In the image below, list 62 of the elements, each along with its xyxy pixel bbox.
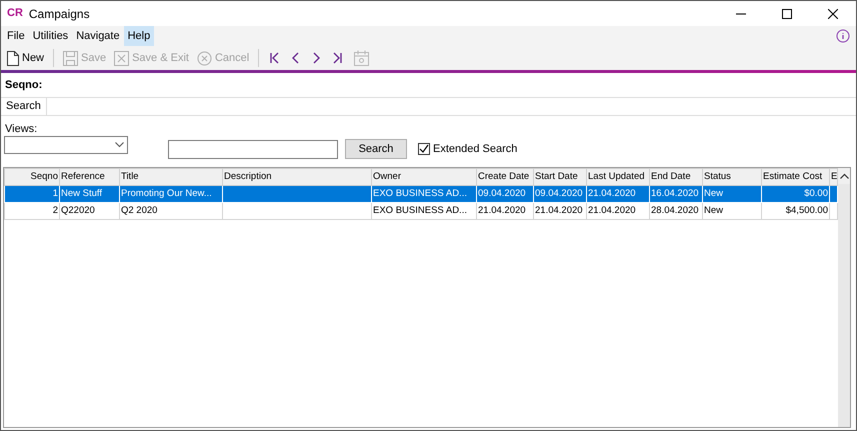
column-header[interactable]: Estimate Cost xyxy=(762,168,830,186)
search-button[interactable]: Search xyxy=(345,139,407,159)
table-cell: EXO BUSINESS AD... xyxy=(372,202,476,220)
table-cell: 21.04.2020 xyxy=(586,202,650,220)
table-cell: New xyxy=(702,202,762,220)
close-icon xyxy=(828,8,838,18)
views-dropdown[interactable] xyxy=(4,136,128,154)
table-cell: $4,500.00 xyxy=(762,202,830,220)
maximize-icon xyxy=(782,8,792,18)
search-field[interactable] xyxy=(168,140,338,158)
table-cell: 21.04.2020 xyxy=(476,202,534,220)
menu-item[interactable]: Help xyxy=(124,26,154,46)
chevron-down-icon xyxy=(115,142,124,148)
table-cell: 28.04.2020 xyxy=(650,202,702,220)
extended-search-checkbox[interactable] xyxy=(418,143,430,155)
table-cell: 09.04.2020 xyxy=(476,186,534,202)
menu-item[interactable]: Utilities xyxy=(28,26,72,46)
chevron-left-icon xyxy=(292,52,300,64)
table-cell: 21.04.2020 xyxy=(534,202,586,220)
table-cell: 21.04.2020 xyxy=(586,186,650,202)
new-button[interactable]: New xyxy=(4,48,48,68)
table-cell: Q22020 xyxy=(60,202,120,220)
column-header[interactable]: Reference xyxy=(60,168,120,186)
vertical-scrollbar[interactable] xyxy=(838,168,850,427)
table-row[interactable]: 1 New Stuff Promoting Our New... EXO BUSINESS AD... 09.04.2020 09.04.2020 21.04.2020 16.04.2020 New $0.00 xyxy=(4,186,838,202)
app-logo: CR xyxy=(7,6,23,22)
table-cell: 09.04.2020 xyxy=(534,186,586,202)
table-cell: 16.04.2020 xyxy=(650,186,702,202)
scroll-up-icon[interactable] xyxy=(838,168,850,184)
cancel-icon xyxy=(196,50,212,66)
floppy-x-icon xyxy=(114,50,130,66)
column-header[interactable]: Seqno xyxy=(4,168,60,186)
table-cell: Promoting Our New... xyxy=(120,186,222,202)
table-cell: $0.00 xyxy=(762,186,830,202)
calendar-icon xyxy=(354,50,370,66)
menu-item[interactable]: File xyxy=(3,26,29,46)
column-header[interactable]: End Date xyxy=(650,168,702,186)
table-cell: New Stuff xyxy=(60,186,120,202)
menu-item[interactable]: Navigate xyxy=(72,26,124,46)
column-header[interactable]: Start Date xyxy=(534,168,586,186)
column-header[interactable]: Owner xyxy=(372,168,476,186)
table-cell: EXO BUSINESS AD... xyxy=(372,186,476,202)
table-cell: New xyxy=(702,186,762,202)
table-cell: 2 xyxy=(4,202,60,220)
first-icon xyxy=(270,52,280,64)
record-label: Seqno: xyxy=(4,78,44,93)
table-cell: Q2 2020 xyxy=(120,202,222,220)
last-icon xyxy=(332,52,342,64)
table-cell: 1 xyxy=(4,186,60,202)
column-header[interactable]: Status xyxy=(702,168,762,186)
info-icon[interactable] xyxy=(836,29,850,43)
column-header[interactable]: Description xyxy=(222,168,372,186)
column-header[interactable]: Title xyxy=(120,168,222,186)
chevron-right-icon xyxy=(312,52,320,64)
column-header[interactable]: Last Updated xyxy=(586,168,650,186)
table-row[interactable]: 2 Q22020 Q2 2020 EXO BUSINESS AD... 21.04.2020 21.04.2020 21.04.2020 28.04.2020 New $4,500.00 xyxy=(4,202,838,220)
window-title: Campaigns xyxy=(28,6,90,22)
document-icon xyxy=(7,50,19,66)
column-header[interactable]: Create Date xyxy=(476,168,534,186)
views-label: Views: xyxy=(5,122,38,134)
floppy-icon xyxy=(63,50,78,66)
extended-search-label: Extended Search xyxy=(433,142,518,157)
